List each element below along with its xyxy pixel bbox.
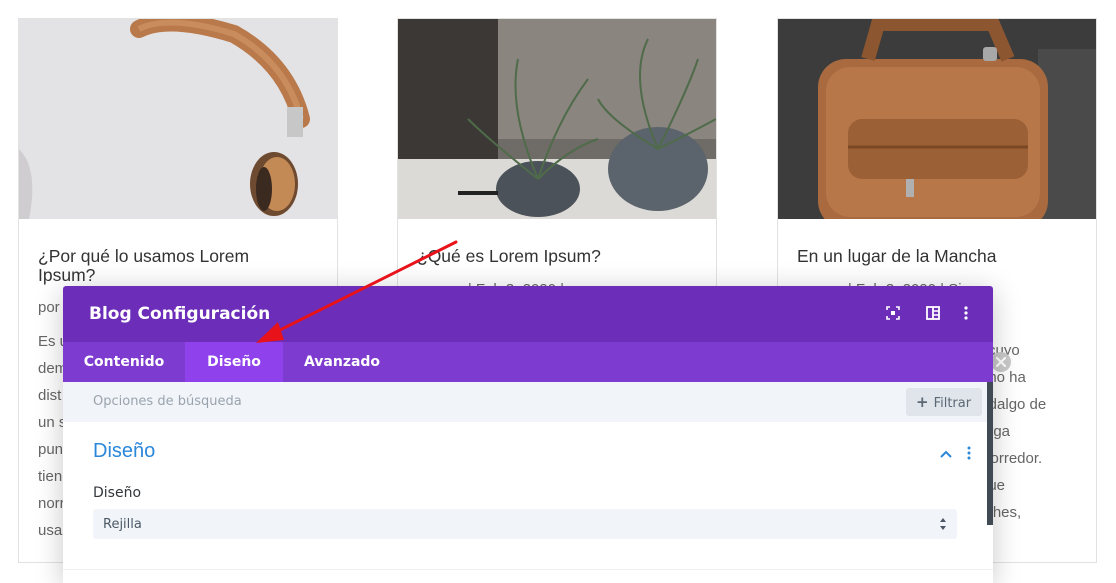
more-options-icon[interactable] xyxy=(958,305,974,321)
section-options-icon[interactable] xyxy=(966,446,972,465)
chevron-up-icon[interactable] xyxy=(939,446,953,464)
modal-tabs: Contenido Diseño Avanzado xyxy=(63,342,993,382)
search-options-input[interactable]: Opciones de búsqueda xyxy=(93,394,242,409)
layout-select[interactable]: Rejilla xyxy=(93,509,957,539)
plus-icon: + xyxy=(916,393,929,411)
tab-diseno[interactable]: Diseño xyxy=(185,342,283,382)
filter-button[interactable]: + Filtrar xyxy=(906,388,982,416)
close-badge-icon[interactable] xyxy=(991,352,1011,372)
card-image-leather-bag[interactable] xyxy=(778,19,1096,219)
section-title-diseno[interactable]: Diseño xyxy=(93,440,155,463)
card-title[interactable]: En un lugar de la Mancha xyxy=(797,247,1067,266)
modal-header[interactable]: Blog Configuración xyxy=(63,286,993,342)
modal-title: Blog Configuración xyxy=(89,304,271,324)
modal-scrollbar[interactable] xyxy=(987,382,993,525)
settings-modal: Blog Configuración Contenido Diseño Avan… xyxy=(63,286,993,583)
card-title[interactable]: ¿Qué es Lorem Ipsum? xyxy=(417,247,687,266)
layout-select-value: Rejilla xyxy=(103,517,142,532)
card-image-plants[interactable] xyxy=(398,19,716,219)
expand-icon[interactable] xyxy=(885,305,901,321)
tab-contenido[interactable]: Contenido xyxy=(63,342,185,382)
layout-field-label: Diseño xyxy=(93,485,142,501)
filter-label: Filtrar xyxy=(933,396,972,411)
tab-avanzado[interactable]: Avanzado xyxy=(283,342,401,382)
select-arrows-icon xyxy=(939,517,947,536)
card-image-headphones[interactable] xyxy=(19,19,337,219)
card-title[interactable]: ¿Por qué lo usamos Lorem Ipsum? xyxy=(38,247,308,285)
section-divider xyxy=(63,569,993,570)
options-search-bar[interactable]: Opciones de búsqueda + Filtrar xyxy=(63,382,993,422)
split-view-icon[interactable] xyxy=(925,305,941,321)
